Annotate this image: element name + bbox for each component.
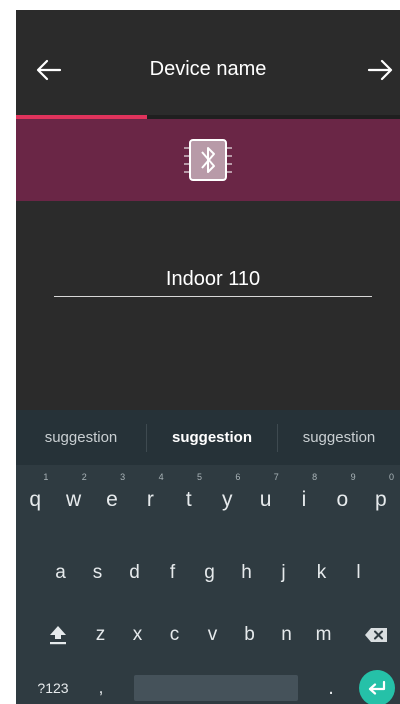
key-hint: 2 bbox=[81, 472, 87, 482]
key-l[interactable]: l bbox=[340, 548, 377, 598]
key-label: y bbox=[221, 488, 233, 511]
key-k[interactable]: k bbox=[303, 548, 340, 598]
backspace-icon bbox=[365, 628, 387, 642]
key-t[interactable]: t5 bbox=[170, 470, 208, 530]
suggestion-strip: suggestion suggestion suggestion bbox=[16, 410, 400, 465]
key-i[interactable]: i8 bbox=[285, 470, 323, 530]
key-hint: 8 bbox=[312, 472, 318, 482]
space-key[interactable] bbox=[134, 675, 298, 701]
top-app-bar: Device name bbox=[16, 10, 400, 115]
key-hint: 5 bbox=[196, 472, 202, 482]
key-h[interactable]: h bbox=[228, 548, 265, 598]
suggestion-left[interactable]: suggestion bbox=[16, 410, 146, 465]
symbols-key[interactable]: ?123 bbox=[28, 672, 78, 704]
key-a[interactable]: a bbox=[42, 548, 79, 598]
key-n[interactable]: n bbox=[268, 610, 305, 660]
device-name-input[interactable] bbox=[54, 262, 372, 297]
on-screen-keyboard: suggestion suggestion suggestion q1 w2 e… bbox=[16, 410, 400, 704]
key-label: w bbox=[66, 488, 82, 511]
comma-key[interactable]: , bbox=[86, 672, 116, 704]
key-d[interactable]: d bbox=[116, 548, 153, 598]
key-v[interactable]: v bbox=[194, 610, 231, 660]
key-b[interactable]: b bbox=[231, 610, 268, 660]
backspace-key[interactable] bbox=[356, 610, 396, 660]
key-z[interactable]: z bbox=[82, 610, 119, 660]
key-hint: 4 bbox=[158, 472, 164, 482]
arrow-right-icon bbox=[367, 59, 393, 81]
key-label: t bbox=[185, 488, 192, 511]
key-label: u bbox=[259, 488, 272, 511]
next-button[interactable] bbox=[362, 52, 398, 88]
period-key[interactable]: . bbox=[316, 672, 346, 704]
enter-icon bbox=[368, 680, 386, 695]
key-m[interactable]: m bbox=[305, 610, 342, 660]
device-banner bbox=[16, 119, 400, 201]
key-w[interactable]: w2 bbox=[54, 470, 92, 530]
key-q[interactable]: q1 bbox=[16, 470, 54, 530]
suggestion-right[interactable]: suggestion bbox=[278, 410, 400, 465]
phone-screen: Device name suggestion suggesti bbox=[16, 10, 400, 704]
key-label: i bbox=[301, 488, 307, 511]
key-s[interactable]: s bbox=[79, 548, 116, 598]
key-r[interactable]: r4 bbox=[131, 470, 169, 530]
key-label: o bbox=[336, 488, 349, 511]
key-g[interactable]: g bbox=[191, 548, 228, 598]
key-x[interactable]: x bbox=[119, 610, 156, 660]
key-hint: 6 bbox=[235, 472, 241, 482]
key-label: q bbox=[29, 488, 42, 511]
key-u[interactable]: u7 bbox=[246, 470, 284, 530]
key-p[interactable]: p0 bbox=[362, 470, 400, 530]
key-e[interactable]: e3 bbox=[93, 470, 131, 530]
key-label: p bbox=[374, 488, 387, 511]
enter-key[interactable] bbox=[359, 670, 395, 704]
key-label: r bbox=[146, 488, 154, 511]
key-f[interactable]: f bbox=[154, 548, 191, 598]
key-o[interactable]: o9 bbox=[323, 470, 361, 530]
key-hint: 9 bbox=[350, 472, 356, 482]
key-y[interactable]: y6 bbox=[208, 470, 246, 530]
key-hint: 7 bbox=[273, 472, 279, 482]
key-label: e bbox=[106, 488, 118, 511]
shift-key[interactable] bbox=[38, 610, 78, 660]
bluetooth-chip-icon bbox=[184, 139, 232, 181]
key-hint: 0 bbox=[388, 472, 394, 482]
key-hint: 3 bbox=[120, 472, 126, 482]
key-j[interactable]: j bbox=[265, 548, 302, 598]
shift-icon bbox=[50, 626, 66, 645]
key-hint: 1 bbox=[43, 472, 49, 482]
suggestion-center[interactable]: suggestion bbox=[147, 410, 277, 465]
page-title: Device name bbox=[149, 58, 267, 80]
key-c[interactable]: c bbox=[156, 610, 193, 660]
device-name-field[interactable] bbox=[54, 262, 372, 298]
